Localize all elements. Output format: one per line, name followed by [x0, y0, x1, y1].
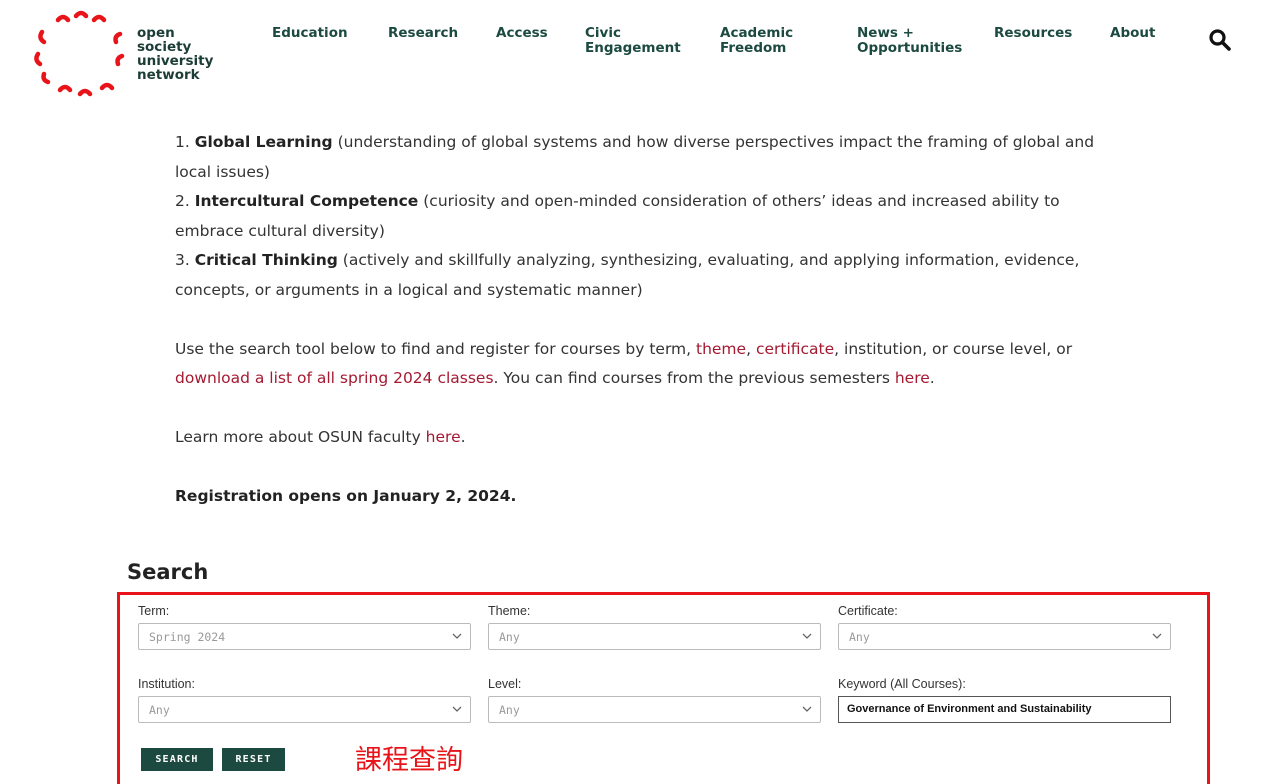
- list-number: 3.: [175, 251, 195, 269]
- institution-label: Institution:: [138, 677, 195, 691]
- term-value: Spring 2024: [149, 630, 226, 644]
- nav-label: News +: [857, 25, 914, 41]
- list-item-continued: local issues): [175, 162, 270, 181]
- text: Use the search tool below to find and re…: [175, 339, 696, 358]
- chevron-down-icon: [452, 706, 462, 712]
- list-number: 1.: [175, 133, 195, 151]
- list-item: 1. Global Learning (understanding of glo…: [175, 128, 1145, 158]
- text: Learn more about OSUN faculty: [175, 428, 426, 446]
- nav-label: About: [1110, 25, 1156, 41]
- list-item-text: (actively and skillfully analyzing, synt…: [337, 251, 1080, 269]
- faculty-link[interactable]: here: [426, 428, 461, 446]
- nav-label: Education: [272, 25, 348, 41]
- nav-label: Freedom: [720, 40, 787, 56]
- list-item-continued: concepts, or arguments in a logical and …: [175, 280, 643, 299]
- text: .: [460, 428, 466, 446]
- nav-research[interactable]: Research: [388, 26, 458, 41]
- nav-academic-freedom[interactable]: Academic Freedom: [720, 26, 793, 56]
- nav-label: Research: [388, 25, 459, 41]
- brand-line: society: [137, 39, 192, 55]
- list-item-text: (curiosity and open-minded consideration…: [418, 192, 1060, 210]
- nav-label: Engagement: [585, 40, 681, 56]
- search-instructions: Use the search tool below to find and re…: [175, 335, 1145, 365]
- nav-news-opportunities[interactable]: News + Opportunities: [857, 26, 962, 56]
- chevron-down-icon: [1152, 633, 1162, 639]
- certificate-link[interactable]: certificate: [756, 340, 834, 358]
- level-value: Any: [499, 703, 520, 717]
- nav-about[interactable]: About: [1110, 26, 1155, 41]
- nav-civic-engagement[interactable]: Civic Engagement: [585, 26, 681, 56]
- faculty-paragraph: Learn more about OSUN faculty here.: [175, 423, 1145, 453]
- chevron-down-icon: [802, 633, 812, 639]
- theme-link[interactable]: theme: [696, 340, 746, 358]
- list-item-text: (understanding of global systems and how…: [332, 133, 1095, 151]
- reset-button[interactable]: RESET: [222, 748, 285, 771]
- text: . You can find courses from the previous…: [493, 369, 895, 387]
- text: , institution, or course level, or: [834, 339, 1073, 358]
- list-item-continued: embrace cultural diversity): [175, 221, 385, 240]
- course-intro: 1. Global Learning (understanding of glo…: [175, 128, 1145, 512]
- download-classes-link[interactable]: download a list of all spring 2024 class…: [175, 369, 494, 387]
- keyword-input[interactable]: Governance of Environment and Sustainabi…: [838, 696, 1171, 723]
- nav-resources[interactable]: Resources: [994, 26, 1072, 41]
- term-label: Term:: [138, 604, 170, 618]
- chevron-down-icon: [452, 633, 462, 639]
- registration-text: Registration opens on January 2, 2024.: [175, 487, 517, 505]
- nav-access[interactable]: Access: [496, 26, 548, 41]
- brand-line: university: [137, 53, 214, 69]
- list-item-title: Intercultural Competence: [194, 192, 419, 210]
- course-search-form: Term: Spring 2024 Theme: Any Certificate…: [117, 592, 1210, 784]
- previous-semesters-link[interactable]: here: [895, 369, 930, 387]
- list-item-title: Critical Thinking: [194, 251, 338, 269]
- theme-value: Any: [499, 630, 520, 644]
- theme-select[interactable]: Any: [488, 623, 821, 650]
- list-item: 3. Critical Thinking (actively and skill…: [175, 246, 1145, 276]
- certificate-select[interactable]: Any: [838, 623, 1171, 650]
- brand-line: network: [137, 67, 200, 83]
- nav-label: Access: [496, 25, 548, 41]
- institution-select[interactable]: Any: [138, 696, 471, 723]
- level-select[interactable]: Any: [488, 696, 821, 723]
- institution-value: Any: [149, 703, 170, 717]
- nav-label: Resources: [994, 25, 1073, 41]
- list-number: 2.: [175, 192, 195, 210]
- brand-line: open: [137, 25, 175, 41]
- theme-label: Theme:: [488, 604, 531, 618]
- text: .: [929, 369, 935, 387]
- list-item-title: Global Learning: [194, 133, 333, 151]
- nav-label: Civic: [585, 25, 621, 41]
- search-instructions-continued: download a list of all spring 2024 class…: [175, 364, 1145, 394]
- nav-education[interactable]: Education: [272, 26, 348, 41]
- keyword-label: Keyword (All Courses):: [838, 677, 966, 691]
- text: ,: [746, 339, 756, 358]
- osun-logo-icon[interactable]: [30, 10, 125, 100]
- brand-wordmark[interactable]: open society university network: [137, 26, 213, 82]
- chevron-down-icon: [802, 706, 812, 712]
- certificate-value: Any: [849, 630, 870, 644]
- term-select[interactable]: Spring 2024: [138, 623, 471, 650]
- course-search-annotation: 課程查詢: [355, 745, 463, 776]
- level-label: Level:: [488, 677, 522, 691]
- list-item: 2. Intercultural Competence (curiosity a…: [175, 187, 1145, 217]
- registration-notice: Registration opens on January 2, 2024.: [175, 482, 1145, 512]
- search-heading: Search: [127, 560, 209, 584]
- certificate-label: Certificate:: [838, 604, 898, 618]
- search-button[interactable]: SEARCH: [141, 748, 213, 771]
- nav-label: Academic: [720, 25, 794, 41]
- nav-label: Opportunities: [857, 40, 963, 56]
- search-icon[interactable]: [1208, 28, 1232, 52]
- site-header: open society university network Educatio…: [0, 0, 1267, 110]
